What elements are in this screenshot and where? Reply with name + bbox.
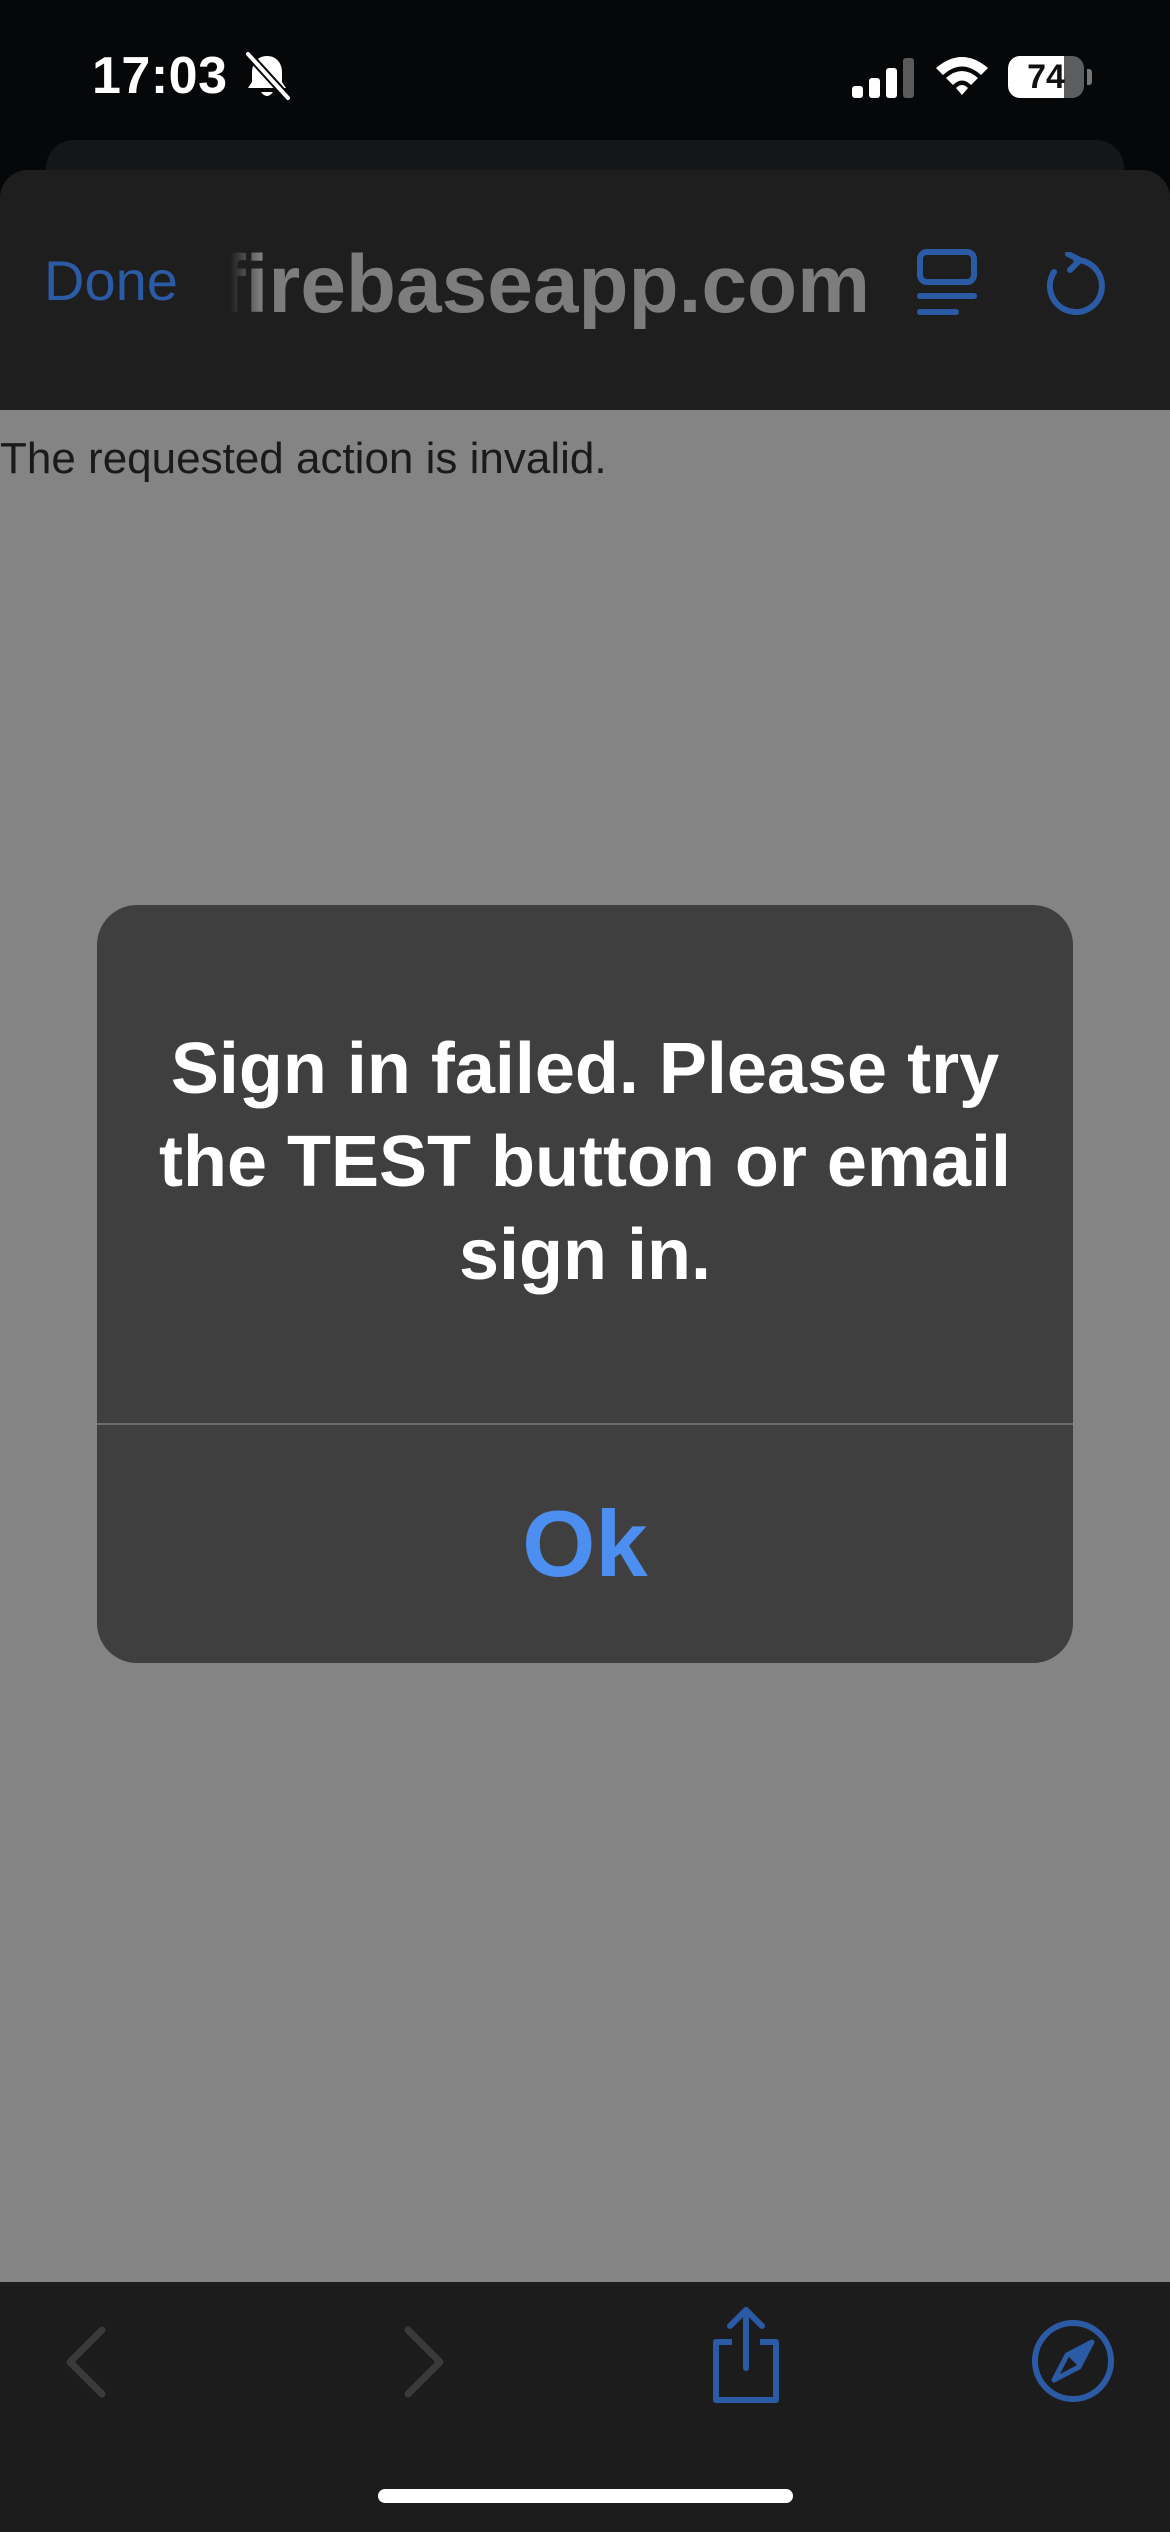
home-indicator[interactable] bbox=[378, 2489, 793, 2503]
reload-icon[interactable] bbox=[1042, 252, 1110, 320]
share-icon[interactable] bbox=[706, 2306, 786, 2406]
safari-compass-icon[interactable] bbox=[1030, 2318, 1116, 2404]
alert-message: Sign in failed. Please try the TEST butt… bbox=[158, 1029, 1011, 1295]
browser-toolbar: Done firebaseapp.com bbox=[0, 170, 1170, 410]
battery-icon: 74 bbox=[1008, 56, 1092, 98]
cellular-signal-icon bbox=[852, 58, 914, 98]
back-chevron-icon[interactable] bbox=[58, 2322, 118, 2402]
alert-dialog: Sign in failed. Please try the TEST butt… bbox=[97, 905, 1073, 1663]
wifi-icon bbox=[936, 57, 988, 95]
battery-level: 74 bbox=[1027, 58, 1065, 96]
page-message: The requested action is invalid. bbox=[0, 434, 607, 483]
battery-tip bbox=[1087, 69, 1092, 85]
status-bar: 17:03 74 bbox=[0, 0, 1170, 160]
forward-chevron-icon[interactable] bbox=[392, 2322, 452, 2402]
done-button[interactable]: Done bbox=[44, 248, 178, 313]
bell-slash-icon bbox=[244, 50, 292, 102]
ok-button[interactable]: Ok bbox=[97, 1425, 1073, 1663]
battery-body: 74 bbox=[1008, 56, 1084, 98]
url-label[interactable]: firebaseapp.com bbox=[230, 238, 870, 332]
screen: 17:03 74 Done firebaseapp.com The reques… bbox=[0, 0, 1170, 2532]
status-time: 17:03 bbox=[92, 47, 228, 105]
reader-view-icon[interactable] bbox=[916, 248, 978, 318]
